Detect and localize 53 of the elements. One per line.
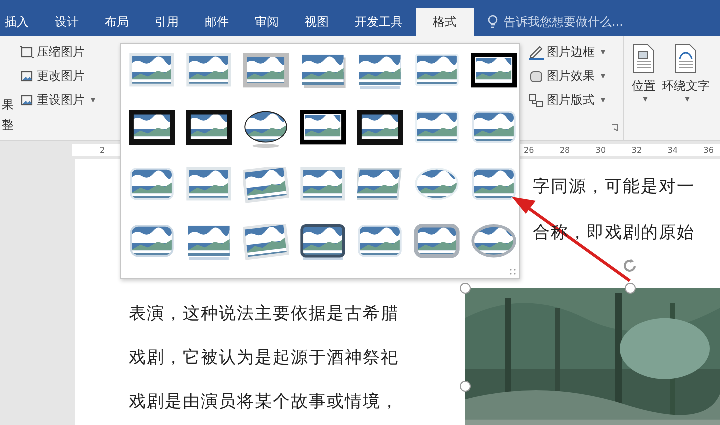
resize-handle[interactable] <box>460 283 471 294</box>
ribbon-tab[interactable]: 开发工具 <box>342 8 416 36</box>
page-icon <box>632 44 656 74</box>
ribbon-button[interactable]: 位置 ▾ <box>630 42 658 140</box>
ribbon-tab[interactable]: 邮件 <box>192 8 242 36</box>
ribbon-button[interactable]: 环绕文字 ▾ <box>660 42 712 140</box>
tell-me-field[interactable]: 告诉我您想要做什么... <box>502 14 666 30</box>
ribbon-label: 整 <box>2 118 15 132</box>
ribbon-tab[interactable]: 插入 <box>0 8 42 36</box>
ribbon-button[interactable]: 压缩图片 <box>18 42 98 63</box>
page-icon <box>674 44 698 74</box>
caret-icon: ▾ <box>601 72 606 82</box>
effects-icon <box>529 70 544 84</box>
ribbon-label: 果 <box>2 98 15 112</box>
compress-icon <box>20 46 34 59</box>
ribbon-tab[interactable]: 布局 <box>92 8 142 36</box>
ribbon-button[interactable]: 重设图片 ▾ <box>18 90 98 111</box>
resize-handle[interactable] <box>625 283 636 294</box>
ribbon-button[interactable]: 更改图片 <box>18 66 98 87</box>
ruler-number: 32 <box>632 146 642 154</box>
ruler-number: 34 <box>668 146 678 154</box>
ruler-number: 26 <box>524 146 534 154</box>
ribbon-tab[interactable]: 设计 <box>42 8 92 36</box>
ruler-number: 2 <box>100 146 106 154</box>
layout-icon <box>529 94 544 108</box>
picture-icon <box>20 70 34 83</box>
caret-icon: ▾ <box>601 96 606 106</box>
body-text: 表演，这种说法主要依据是古希腊 <box>129 303 399 326</box>
body-text: 戏剧是由演员将某个故事或情境， <box>129 391 399 414</box>
ribbon-tab[interactable]: 引用 <box>142 8 192 36</box>
resize-handle[interactable] <box>460 381 471 392</box>
pencil-icon <box>529 46 544 60</box>
lightbulb-icon <box>488 15 498 29</box>
ruler-number: 36 <box>704 146 714 154</box>
ribbon-tab[interactable]: 视图 <box>292 8 342 36</box>
rotate-handle-icon[interactable] <box>622 258 638 274</box>
ribbon-tab[interactable]: 格式 <box>416 8 474 36</box>
caret-icon: ▾ <box>685 95 690 105</box>
caret-icon: ▾ <box>643 95 648 105</box>
ribbon-button[interactable]: 图片版式 ▾ <box>527 90 615 111</box>
ruler-number: 30 <box>596 146 606 154</box>
caret-icon: ▾ <box>601 48 606 58</box>
picture-style-option[interactable] <box>298 223 348 263</box>
body-text: 字同源，可能是对一 <box>533 176 695 199</box>
ribbon-button[interactable]: 图片效果 ▾ <box>527 66 615 87</box>
ruler-number: 28 <box>560 146 570 154</box>
resize-grip-icon[interactable] <box>510 269 516 275</box>
ribbon-button[interactable]: 图片边框 ▾ <box>527 42 615 63</box>
reset-picture-icon <box>20 94 34 107</box>
caret-icon: ▾ <box>91 96 96 106</box>
body-text: 戏剧，它被认为是起源于酒神祭祀 <box>129 347 399 370</box>
ribbon-tab[interactable]: 审阅 <box>242 8 292 36</box>
dialog-launcher-icon[interactable] <box>611 124 619 132</box>
